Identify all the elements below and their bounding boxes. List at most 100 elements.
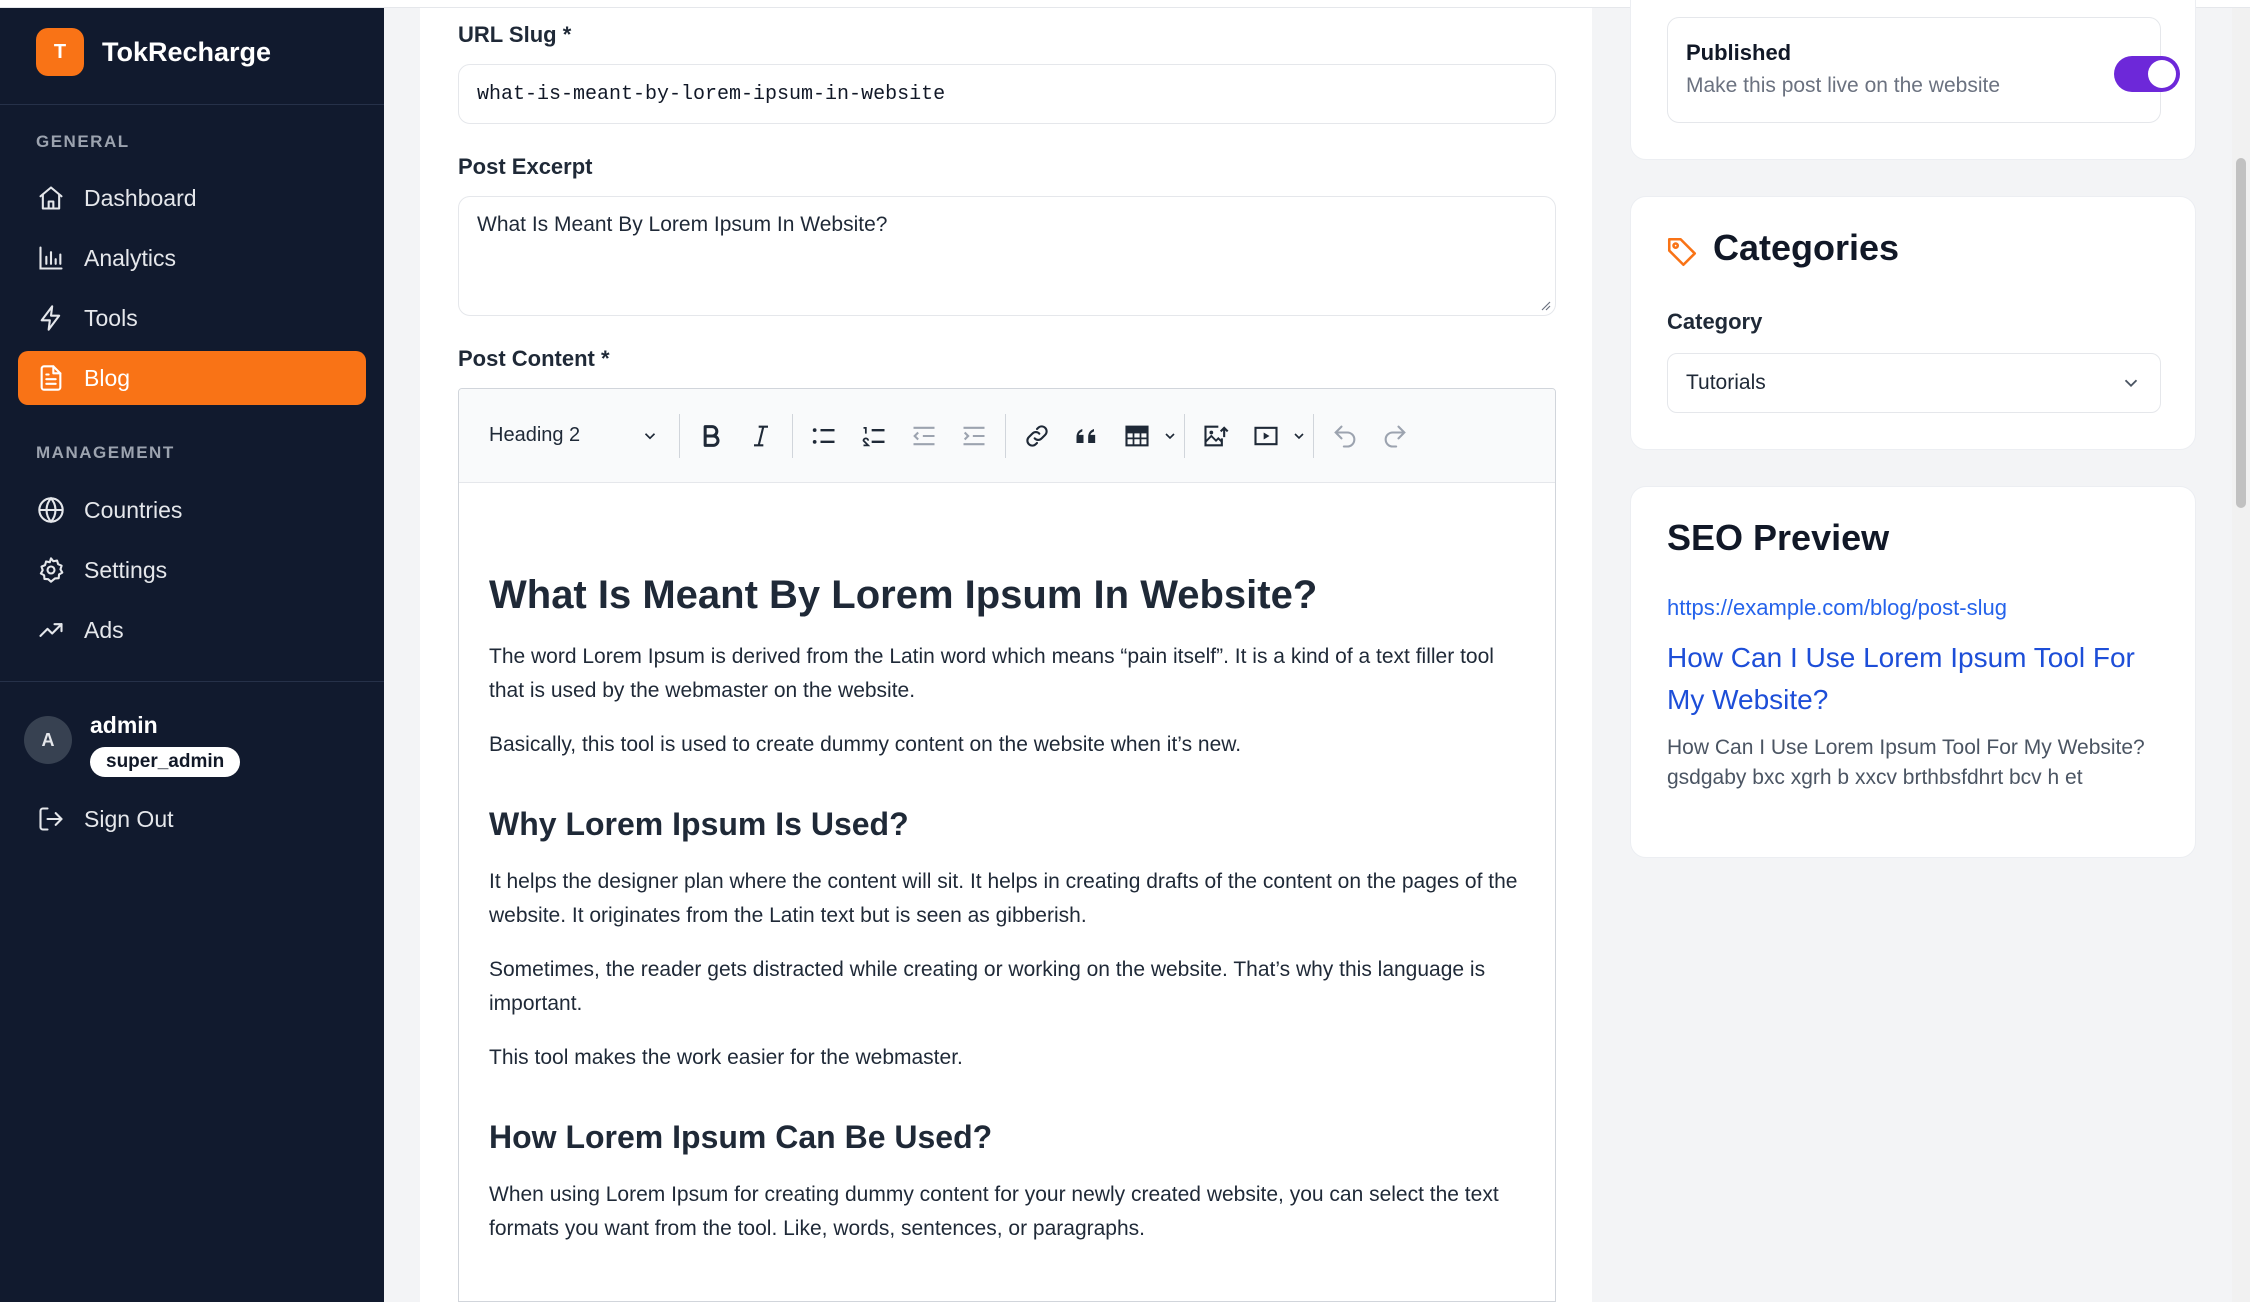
bulleted-list-icon: [812, 427, 835, 444]
categories-title: Categories: [1713, 227, 1900, 268]
seo-url: https://example.com/blog/post-slug: [1667, 595, 2007, 620]
undo-button[interactable]: [1320, 411, 1370, 461]
excerpt-text: What Is Meant By Lorem Ipsum In Website?: [477, 213, 888, 236]
publish-panel: Published Make this post live on the web…: [1630, 0, 2196, 160]
chevron-down-icon: [644, 432, 656, 439]
indent-button[interactable]: [949, 411, 999, 461]
content-paragraph: The word Lorem Ipsum is derived from the…: [489, 645, 1494, 702]
bolt-icon: [36, 303, 66, 333]
content-heading: What Is Meant By Lorem Ipsum In Website?: [489, 573, 1318, 617]
heading-select-value: Heading 2: [489, 424, 581, 446]
sidebar-item-tools[interactable]: Tools: [18, 291, 366, 345]
sidebar-item-dashboard[interactable]: Dashboard: [18, 171, 366, 225]
insert-table-button[interactable]: [1112, 411, 1162, 461]
redo-button[interactable]: [1370, 411, 1420, 461]
seo-description: How Can I Use Lorem Ipsum Tool For My We…: [1667, 736, 2145, 789]
publish-subtitle: Make this post live on the website: [1686, 74, 2000, 97]
heading-select[interactable]: Heading 2: [489, 424, 673, 447]
category-select-value: Tutorials: [1686, 371, 1766, 394]
sidebar-divider: [0, 681, 384, 682]
chevron-down-icon: [2124, 379, 2138, 388]
bold-icon: [703, 424, 720, 447]
publish-toggle-row: Published Make this post live on the web…: [1667, 17, 2180, 123]
seo-page-title: How Can I Use Lorem Ipsum Tool For My We…: [1667, 642, 2135, 715]
blockquote-button[interactable]: [1062, 411, 1112, 461]
numbered-list-icon: [862, 426, 885, 446]
sign-out-label: Sign Out: [84, 805, 174, 832]
sidebar-item-analytics[interactable]: Analytics: [18, 231, 366, 285]
section-label-general: GENERAL: [36, 132, 130, 151]
tag-icon: [1667, 237, 1697, 267]
outdent-button[interactable]: [899, 411, 949, 461]
quote-icon: [1076, 428, 1096, 443]
sidebar-item-settings[interactable]: Settings: [18, 543, 366, 597]
excerpt-label: Post Excerpt: [458, 154, 593, 179]
category-select[interactable]: Tutorials: [1667, 353, 2161, 413]
role-badge: super_admin: [90, 747, 241, 777]
avatar: A: [24, 716, 72, 764]
outdent-icon: [913, 426, 935, 445]
sidebar-item-label: Dashboard: [84, 184, 197, 211]
image-upload-icon: [1204, 425, 1229, 446]
category-label: Category: [1667, 309, 1763, 334]
section-label-management: MANAGEMENT: [36, 443, 175, 462]
indent-icon: [963, 426, 985, 445]
resize-grip-icon[interactable]: [1539, 299, 1551, 311]
italic-icon: [754, 425, 768, 446]
brand-logo: T: [36, 28, 84, 76]
undo-icon: [1334, 425, 1356, 448]
bold-button[interactable]: [686, 411, 736, 461]
document-icon: [36, 363, 66, 393]
content-paragraph: When using Lorem Ipsum for creating dumm…: [489, 1183, 1499, 1240]
slug-input[interactable]: what-is-meant-by-lorem-ipsum-in-website: [458, 64, 1556, 124]
numbered-list-button[interactable]: [849, 411, 899, 461]
content-paragraph: Sometimes, the reader gets distracted wh…: [489, 958, 1486, 1015]
seo-preview-title: SEO Preview: [1667, 517, 1890, 558]
rich-text-editor: Heading 2 What Is Meant By Lorem Ipsum I…: [458, 388, 1556, 1302]
sidebar-item-label: Tools: [84, 304, 138, 331]
brand-name: TokRecharge: [102, 36, 272, 67]
sign-out-button[interactable]: Sign Out: [18, 792, 366, 846]
sidebar-item-countries[interactable]: Countries: [18, 483, 366, 537]
sidebar-item-ads[interactable]: Ads: [18, 603, 366, 657]
content-subheading: How Lorem Ipsum Can Be Used?: [489, 1119, 993, 1155]
link-icon: [1026, 424, 1048, 447]
sidebar-item-label: Settings: [84, 556, 168, 583]
content-subheading: Why Lorem Ipsum Is Used?: [489, 806, 909, 842]
scrollbar-thumb[interactable]: [2236, 158, 2246, 508]
italic-button[interactable]: [736, 411, 786, 461]
content-label: Post Content *: [458, 346, 610, 371]
sidebar-item-label: Blog: [84, 364, 131, 391]
page-scrollbar[interactable]: [2232, 8, 2250, 1302]
published-toggle[interactable]: [2114, 56, 2180, 92]
sidebar-item-blog[interactable]: Blog: [18, 351, 366, 405]
link-button[interactable]: [1012, 411, 1062, 461]
sidebar-item-label: Countries: [84, 496, 183, 523]
insert-media-button[interactable]: [1241, 411, 1291, 461]
sidebar: T TokRecharge GENERAL Dashboard Analytic…: [0, 0, 384, 1302]
seo-preview-panel: SEO Preview https://example.com/blog/pos…: [1630, 486, 2196, 858]
excerpt-textarea[interactable]: What Is Meant By Lorem Ipsum In Website?: [458, 196, 1556, 316]
slug-label: URL Slug *: [458, 22, 572, 47]
gear-icon: [36, 555, 66, 585]
media-dropdown-icon[interactable]: [1291, 428, 1307, 444]
table-icon: [1125, 425, 1149, 446]
content-paragraph: Basically, this tool is used to create d…: [489, 733, 1242, 756]
globe-icon: [36, 495, 66, 525]
toggle-knob: [2148, 60, 2176, 88]
table-dropdown-icon[interactable]: [1162, 428, 1178, 444]
sidebar-item-label: Ads: [84, 616, 124, 643]
trending-up-icon: [36, 615, 66, 645]
content-paragraph: It helps the designer plan where the con…: [489, 870, 1518, 927]
editor-content[interactable]: What Is Meant By Lorem Ipsum In Website?…: [459, 483, 1555, 1246]
bulleted-list-button[interactable]: [799, 411, 849, 461]
content-paragraph: This tool makes the work easier for the …: [489, 1046, 963, 1069]
bar-chart-icon: [36, 243, 66, 273]
categories-panel: Categories Category Tutorials: [1630, 196, 2196, 450]
brand[interactable]: T TokRecharge: [0, 0, 384, 105]
publish-title: Published: [1686, 40, 1792, 65]
insert-image-button[interactable]: [1191, 411, 1241, 461]
sidebar-item-label: Analytics: [84, 244, 177, 271]
sign-out-icon: [36, 804, 66, 834]
media-icon: [1254, 426, 1278, 445]
